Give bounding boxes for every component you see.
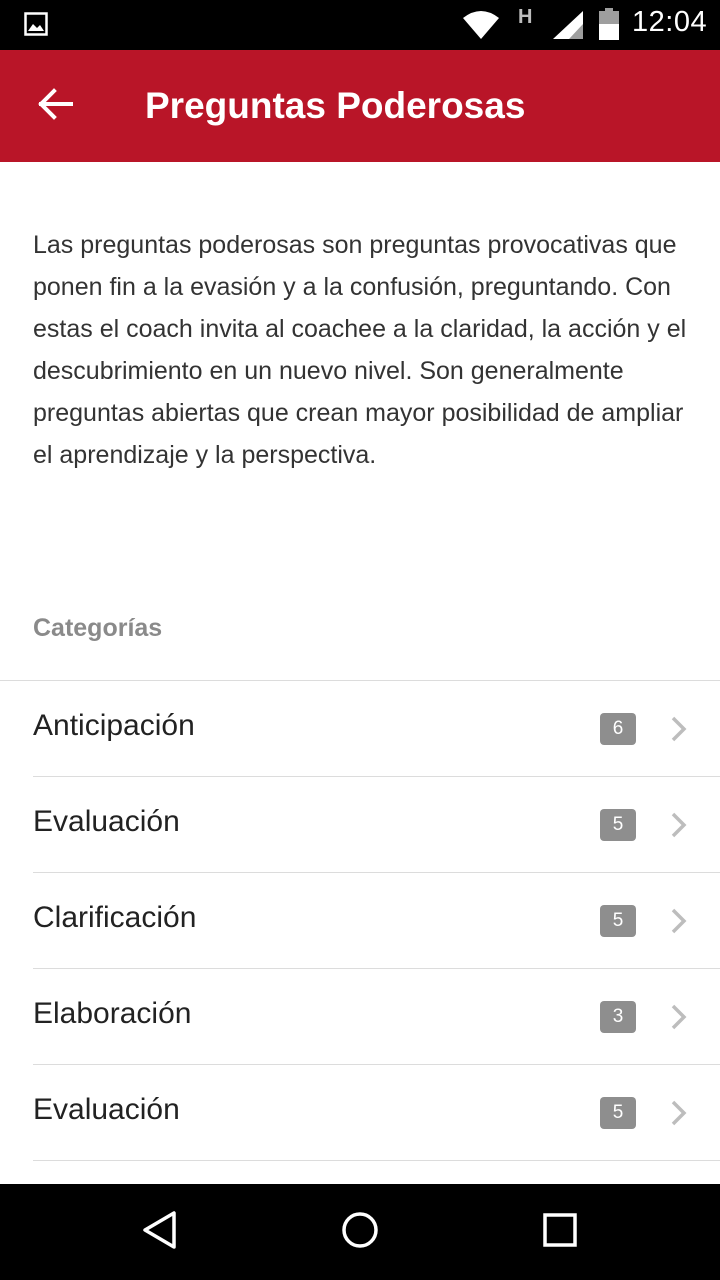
category-label: Clarificación: [33, 901, 197, 934]
chevron-right-icon: [669, 812, 689, 843]
category-label: Anticipación: [33, 709, 195, 742]
status-clock: 12:04: [632, 6, 708, 38]
count-badge: 5: [600, 809, 636, 841]
home-button[interactable]: [332, 1208, 388, 1256]
chevron-right-icon: [669, 716, 689, 747]
signal-icon: [552, 10, 584, 45]
chevron-right-icon: [669, 1004, 689, 1035]
network-type-label: H: [518, 6, 533, 28]
category-label: Evaluación: [33, 805, 180, 838]
status-bar: H 12:04: [0, 0, 720, 50]
list-item[interactable]: Clarificación 5: [0, 873, 720, 969]
intro-paragraph: Las preguntas poderosas son preguntas pr…: [33, 231, 687, 469]
list-item[interactable]: Anticipación 6: [0, 681, 720, 777]
home-icon: [340, 1210, 380, 1255]
chevron-right-icon: [669, 908, 689, 939]
list-item[interactable]: Evaluación 5: [0, 777, 720, 873]
list-item[interactable]: Evaluación 5: [0, 1065, 720, 1161]
chevron-right-icon: [669, 1100, 689, 1131]
count-badge: 5: [600, 1097, 636, 1129]
arrow-back-icon: [38, 86, 74, 127]
count-badge: 5: [600, 905, 636, 937]
battery-icon: [598, 8, 620, 45]
recents-icon: [542, 1212, 578, 1253]
list-item[interactable]: Elaboración 3: [0, 969, 720, 1065]
screen: H 12:04 Preguntas Poderosas Las pregunta…: [0, 0, 720, 1280]
nav-back-button[interactable]: [132, 1208, 188, 1256]
page-title: Preguntas Poderosas: [145, 85, 526, 126]
count-badge: 3: [600, 1001, 636, 1033]
category-label: Evaluación: [33, 1093, 180, 1126]
app-bar: Preguntas Poderosas: [0, 50, 720, 162]
categories-list: Anticipación 6 Evaluación 5 Clarificació…: [0, 680, 720, 1161]
nav-back-icon: [141, 1210, 179, 1255]
wifi-icon: [462, 10, 500, 45]
navigation-bar: [0, 1184, 720, 1280]
image-icon: [24, 12, 48, 41]
category-label: Elaboración: [33, 997, 192, 1030]
count-badge: 6: [600, 713, 636, 745]
recents-button[interactable]: [532, 1208, 588, 1256]
back-button[interactable]: [24, 78, 88, 134]
categories-heading: Categorías: [33, 614, 163, 642]
